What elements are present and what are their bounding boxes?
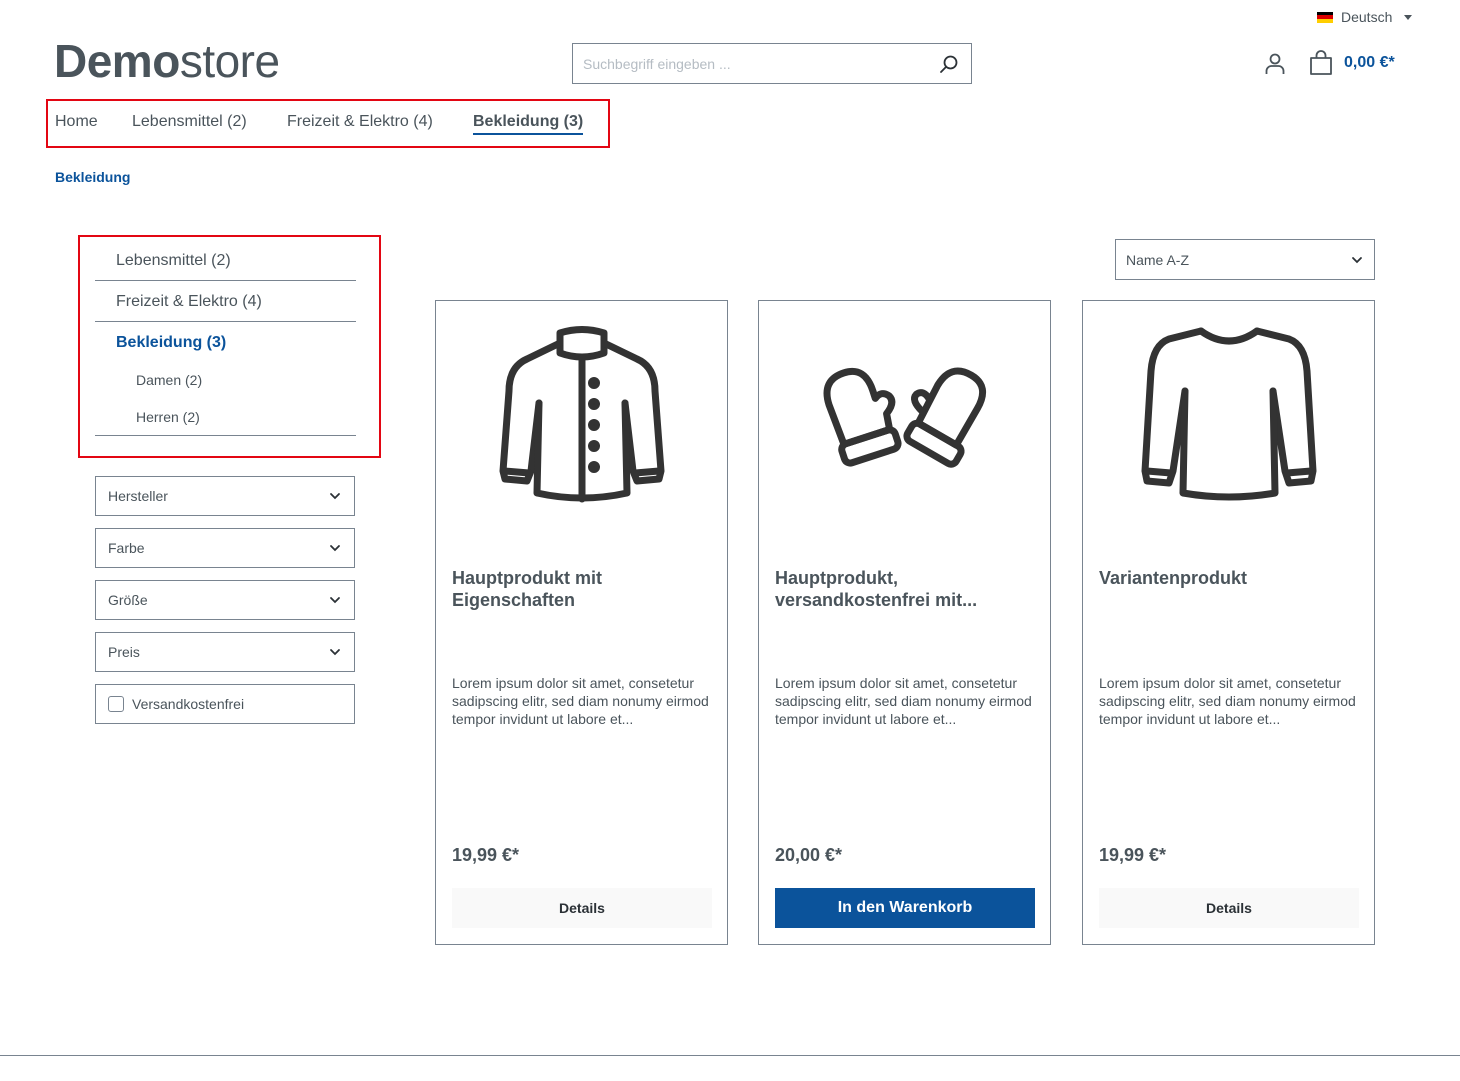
- search-button[interactable]: [927, 44, 971, 83]
- product-name[interactable]: Hauptprodukt mit Eigenschaften: [452, 567, 712, 611]
- category-divider: [95, 435, 356, 436]
- nav-item-lebensmittel[interactable]: Lebensmittel (2): [132, 113, 247, 131]
- logo-bold-text: Demo: [54, 35, 180, 87]
- product-price: 19,99 €*: [1099, 845, 1167, 865]
- cart-total: 0,00 €*: [1344, 54, 1395, 71]
- main-navigation: Home Lebensmittel (2) Freizeit & Elektro…: [46, 99, 610, 148]
- category-navigation: Lebensmittel (2) Freizeit & Elektro (4) …: [78, 235, 381, 458]
- chevron-down-icon: [330, 545, 340, 552]
- chevron-down-icon: [1352, 256, 1362, 263]
- mittens-icon: [823, 367, 986, 468]
- german-flag-icon: [1317, 11, 1333, 23]
- chevron-down-icon: [330, 493, 340, 500]
- product-image[interactable]: [759, 301, 1050, 531]
- category-subitem-herren[interactable]: Herren (2): [95, 399, 356, 436]
- search-bar: [572, 43, 972, 84]
- nav-item-freizeit-elektro[interactable]: Freizeit & Elektro (4): [287, 113, 433, 131]
- product-card: Hauptprodukt mit Eigenschaften Lorem ips…: [435, 300, 728, 945]
- nav-item-home[interactable]: Home: [55, 113, 98, 131]
- cart-button[interactable]: 0,00 €*: [1308, 50, 1395, 76]
- sweater-icon: [1141, 327, 1316, 501]
- search-icon: [940, 55, 958, 73]
- filter-color-label: Farbe: [108, 540, 145, 556]
- sort-select[interactable]: Name A-Z: [1115, 239, 1375, 280]
- language-switcher[interactable]: Deutsch: [1317, 8, 1413, 26]
- filter-manufacturer-label: Hersteller: [108, 488, 168, 504]
- product-price: 20,00 €*: [775, 845, 843, 865]
- search-input[interactable]: [573, 44, 927, 83]
- breadcrumb[interactable]: Bekleidung: [55, 169, 130, 185]
- product-name[interactable]: Variantenprodukt: [1099, 567, 1359, 589]
- filter-size-label: Größe: [108, 592, 148, 608]
- product-name[interactable]: Hauptprodukt, versandkostenfrei mit...: [775, 567, 1035, 611]
- user-icon: [1265, 53, 1285, 74]
- product-description: Lorem ipsum dolor sit amet, consetetur s…: [775, 675, 1032, 727]
- logo-light-text: store: [179, 35, 280, 87]
- account-button[interactable]: [1263, 52, 1287, 76]
- filter-free-shipping-label: Versandkostenfrei: [132, 696, 245, 712]
- caret-down-icon: [1404, 14, 1413, 20]
- product-card: Hauptprodukt, versandkostenfrei mit... L…: [758, 300, 1051, 945]
- add-to-cart-button[interactable]: In den Warenkorb: [775, 888, 1035, 928]
- filter-color[interactable]: Farbe: [95, 528, 355, 568]
- product-image[interactable]: [1083, 301, 1374, 531]
- filter-manufacturer[interactable]: Hersteller: [95, 476, 355, 516]
- logo[interactable]: Demostore: [54, 36, 280, 86]
- product-description: Lorem ipsum dolor sit amet, consetetur s…: [452, 675, 709, 727]
- free-shipping-checkbox[interactable]: [108, 696, 124, 712]
- category-item-lebensmittel[interactable]: Lebensmittel (2): [95, 240, 356, 281]
- product-price: 19,99 €*: [452, 845, 520, 865]
- filter-size[interactable]: Größe: [95, 580, 355, 620]
- category-subitem-damen[interactable]: Damen (2): [95, 362, 356, 399]
- footer-divider: [0, 1055, 1460, 1056]
- filter-free-shipping[interactable]: Versandkostenfrei: [95, 684, 355, 724]
- filter-price-label: Preis: [108, 644, 140, 660]
- chevron-down-icon: [330, 597, 340, 604]
- product-description: Lorem ipsum dolor sit amet, consetetur s…: [1099, 675, 1356, 727]
- filter-price[interactable]: Preis: [95, 632, 355, 672]
- category-item-freizeit-elektro[interactable]: Freizeit & Elektro (4): [95, 281, 356, 322]
- language-label: Deutsch: [1341, 9, 1393, 25]
- details-button[interactable]: Details: [452, 888, 712, 928]
- details-button[interactable]: Details: [1099, 888, 1359, 928]
- jacket-icon: [499, 326, 664, 503]
- sort-selected-value: Name A-Z: [1126, 251, 1190, 268]
- category-item-bekleidung[interactable]: Bekleidung (3): [95, 322, 356, 363]
- shopping-bag-icon: [1310, 50, 1332, 75]
- product-image[interactable]: [436, 301, 727, 531]
- chevron-down-icon: [330, 649, 340, 656]
- nav-item-bekleidung[interactable]: Bekleidung (3): [473, 113, 584, 135]
- product-card: Variantenprodukt Lorem ipsum dolor sit a…: [1082, 300, 1375, 945]
